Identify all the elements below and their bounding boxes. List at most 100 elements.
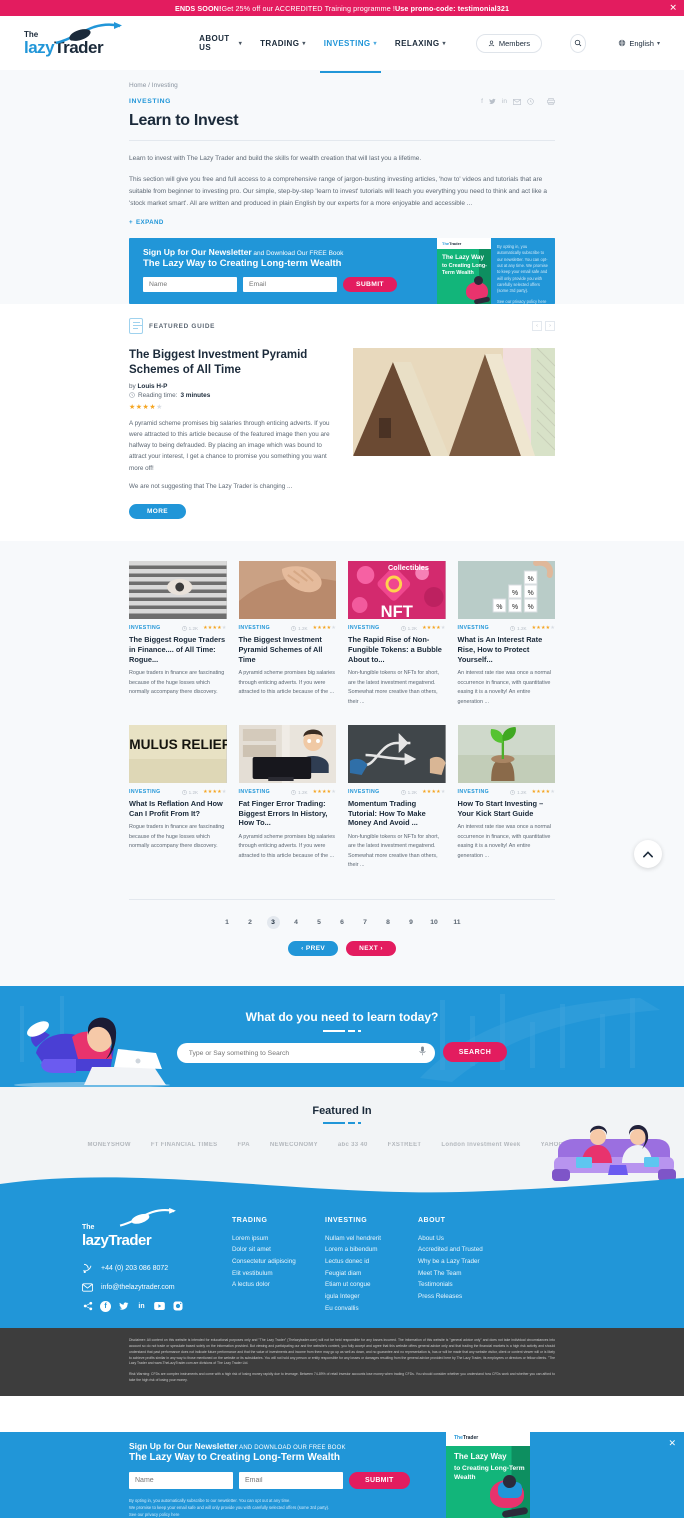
footer-link[interactable]: A lectus dolor bbox=[232, 1279, 325, 1291]
newsletter-submit-button[interactable]: SUBMIT bbox=[343, 277, 397, 293]
article-card[interactable]: INVESTING 1.2K ★★★★★ Momentum Trading Tutor… bbox=[348, 725, 446, 871]
pagination-page-2[interactable]: 2 bbox=[244, 916, 257, 929]
article-card[interactable]: NFT Collectibles INVESTING 1.2K ★★★★★ The Rap… bbox=[348, 561, 446, 707]
next-button[interactable]: NEXT › bbox=[346, 940, 396, 956]
article-title[interactable]: The Rapid Rise of Non-Fungible Tokens: a… bbox=[348, 635, 446, 664]
article-card[interactable]: INVESTING 1.2K ★★★★★ How To Start Investing… bbox=[457, 725, 556, 871]
pagination-page-3[interactable]: 3 bbox=[266, 915, 280, 929]
article-category[interactable]: INVESTING bbox=[129, 789, 161, 795]
nav-item-investing[interactable]: INVESTING ▾ bbox=[319, 39, 382, 73]
article-category[interactable]: INVESTING bbox=[239, 625, 271, 631]
facebook-icon[interactable]: f bbox=[100, 1300, 111, 1312]
footer-link[interactable]: Accredited and Trusted bbox=[418, 1244, 528, 1256]
language-selector[interactable]: English ▾ bbox=[618, 39, 660, 48]
newsletter-name-input[interactable] bbox=[143, 277, 237, 293]
pagination-page-5[interactable]: 5 bbox=[313, 916, 326, 929]
footer-link[interactable]: Elit vestibulum bbox=[232, 1268, 325, 1280]
article-category[interactable]: INVESTING bbox=[348, 789, 380, 795]
sticky-submit-button[interactable]: SUBMIT bbox=[349, 1472, 410, 1489]
featured-guide-image[interactable] bbox=[353, 348, 555, 457]
scroll-to-top-button[interactable] bbox=[634, 840, 662, 868]
pagination-page-6[interactable]: 6 bbox=[336, 916, 349, 929]
pagination-page-7[interactable]: 7 bbox=[359, 916, 372, 929]
footer-link[interactable]: Eu convallis bbox=[325, 1303, 418, 1315]
article-title[interactable]: What is An Interest Rate Rise, How to Pr… bbox=[458, 635, 556, 664]
article-thumbnail[interactable] bbox=[457, 725, 555, 784]
sticky-email-input[interactable] bbox=[239, 1472, 343, 1489]
nav-item-about-us[interactable]: ABOUT US ▾ bbox=[199, 34, 242, 52]
featured-guide-title[interactable]: The Biggest Investment Pyramid Schemes o… bbox=[129, 348, 331, 377]
pagination-page-1[interactable]: 1 bbox=[221, 916, 234, 929]
article-title[interactable]: The Biggest Investment Pyramid Schemes o… bbox=[239, 635, 337, 664]
expand-button[interactable]: + EXPAND bbox=[129, 219, 555, 238]
article-card[interactable]: IMULUS RELIEF INVESTING 1.2K ★★★★★ What Is R… bbox=[129, 725, 227, 871]
search-button[interactable]: SEARCH bbox=[442, 1042, 508, 1063]
footer-link[interactable]: Consectetur adipiscing bbox=[232, 1256, 325, 1268]
article-category[interactable]: INVESTING bbox=[129, 625, 161, 631]
print-icon[interactable] bbox=[547, 98, 555, 105]
article-thumbnail[interactable] bbox=[129, 561, 227, 620]
nav-item-relaxing[interactable]: RELAXING ▾ bbox=[395, 39, 446, 48]
footer-link[interactable]: Meet The Team bbox=[418, 1268, 528, 1280]
footer-link[interactable]: Etiam ut congue bbox=[325, 1279, 418, 1291]
pagination-page-10[interactable]: 10 bbox=[428, 916, 441, 929]
article-card[interactable]: INVESTING 1.2K ★★★★★ The Biggest Investment… bbox=[238, 561, 337, 707]
sticky-name-input[interactable] bbox=[129, 1472, 233, 1489]
article-category[interactable]: INVESTING bbox=[458, 625, 490, 631]
chevron-right-icon[interactable]: › bbox=[545, 321, 555, 332]
article-category[interactable]: INVESTING bbox=[348, 625, 380, 631]
newsletter-privacy-link[interactable]: See our privacy policy here bbox=[497, 299, 550, 304]
nav-item-trading[interactable]: TRADING ▾ bbox=[260, 39, 306, 48]
close-icon[interactable]: ✕ bbox=[669, 3, 677, 13]
share-icon[interactable] bbox=[82, 1301, 93, 1312]
article-title[interactable]: How To Start Investing – Your Kick Start… bbox=[458, 799, 556, 818]
article-card[interactable]: INVESTING 1.2K ★★★★★ Fat Finger Error Tradi… bbox=[238, 725, 337, 871]
pagination-page-9[interactable]: 9 bbox=[405, 916, 418, 929]
footer-link[interactable]: Press Releases bbox=[418, 1291, 528, 1303]
article-card[interactable]: %%%%%% INVESTING 1.2K ★★★★★ What is An Inter… bbox=[457, 561, 556, 707]
article-title[interactable]: What Is Reflation And How Can I Profit F… bbox=[129, 799, 227, 818]
footer-link[interactable]: Lectus donec id bbox=[325, 1256, 418, 1268]
twitter-icon[interactable] bbox=[118, 1301, 129, 1312]
pagination-page-11[interactable]: 11 bbox=[451, 916, 464, 929]
search-input[interactable] bbox=[176, 1043, 435, 1064]
logo[interactable]: The lazy Trader bbox=[24, 21, 141, 56]
email-icon[interactable] bbox=[513, 98, 521, 105]
article-title[interactable]: The Biggest Rogue Traders in Finance....… bbox=[129, 635, 227, 664]
pagination-page-8[interactable]: 8 bbox=[382, 916, 395, 929]
footer-email-row[interactable]: info@thelazytrader.com bbox=[82, 1283, 232, 1292]
footer-link[interactable]: Why be a Lazy Trader bbox=[418, 1256, 528, 1268]
prev-button[interactable]: ‹ PREV bbox=[288, 940, 339, 956]
article-thumbnail[interactable] bbox=[348, 725, 446, 784]
article-title[interactable]: Fat Finger Error Trading: Biggest Errors… bbox=[239, 799, 337, 828]
pagination-page-4[interactable]: 4 bbox=[290, 916, 303, 929]
footer-link[interactable]: Lorem ipsum bbox=[232, 1233, 325, 1245]
footer-link[interactable]: igula Integer bbox=[325, 1291, 418, 1303]
article-thumbnail[interactable]: %%%%%% bbox=[457, 561, 555, 620]
chevron-left-icon[interactable]: ‹ bbox=[532, 321, 542, 332]
facebook-icon[interactable]: f bbox=[481, 98, 483, 105]
article-thumbnail[interactable]: IMULUS RELIEF bbox=[129, 725, 227, 784]
article-category[interactable]: INVESTING bbox=[239, 789, 271, 795]
article-thumbnail[interactable]: NFT Collectibles bbox=[348, 561, 446, 620]
article-title[interactable]: Momentum Trading Tutorial: How To Make M… bbox=[348, 799, 446, 828]
more-button[interactable]: MORE bbox=[129, 504, 186, 520]
newsletter-email-input[interactable] bbox=[243, 277, 337, 293]
breadcrumb-home[interactable]: Home bbox=[129, 82, 146, 89]
microphone-icon[interactable] bbox=[419, 1046, 426, 1058]
footer-link[interactable]: Dolor sit amet bbox=[232, 1244, 325, 1256]
footer-phone-row[interactable]: +44 (0) 203 086 8072 bbox=[82, 1263, 232, 1274]
footer-link[interactable]: Testimonials bbox=[418, 1279, 528, 1291]
instagram-icon[interactable] bbox=[172, 1301, 183, 1312]
footer-link[interactable]: Feugiat diam bbox=[325, 1268, 418, 1280]
article-card[interactable]: INVESTING 1.2K ★★★★★ The Biggest Rogue Trad… bbox=[129, 561, 227, 707]
footer-link[interactable]: Nullam vel hendrerit bbox=[325, 1233, 418, 1245]
youtube-icon[interactable] bbox=[154, 1301, 165, 1312]
linkedin-icon[interactable]: in bbox=[502, 98, 507, 105]
clock-icon[interactable] bbox=[527, 98, 534, 105]
footer-link[interactable]: About Us bbox=[418, 1233, 528, 1245]
footer-link[interactable]: Lorem a bibendum bbox=[325, 1244, 418, 1256]
article-category[interactable]: INVESTING bbox=[458, 789, 490, 795]
search-icon[interactable] bbox=[570, 33, 587, 53]
linkedin-icon[interactable]: in bbox=[136, 1301, 147, 1312]
